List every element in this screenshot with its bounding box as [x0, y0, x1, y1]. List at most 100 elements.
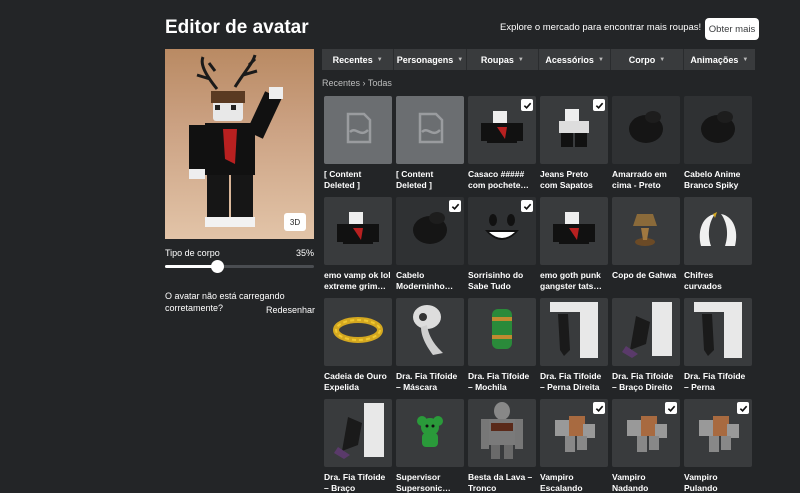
item-thumbnail[interactable]	[324, 399, 392, 467]
tab-label: Recentes	[332, 54, 373, 65]
animation-icon	[691, 406, 745, 461]
item-thumbnail[interactable]	[396, 298, 464, 366]
item-thumbnail[interactable]	[540, 197, 608, 265]
item-card[interactable]: Sorrisinho do Sabe Tudo	[468, 197, 536, 291]
get-more-button[interactable]: Obter mais	[705, 18, 759, 40]
item-card[interactable]: Vampiro Escalando	[540, 399, 608, 493]
item-thumbnail[interactable]	[612, 96, 680, 164]
item-name: Vampiro Nadando	[612, 472, 649, 493]
redraw-link[interactable]: Redesenhar	[266, 305, 315, 315]
item-card[interactable]: Amarrado em cima - Preto	[612, 96, 680, 190]
leg-icon	[688, 300, 748, 365]
shirt-icon	[479, 105, 525, 156]
item-thumbnail[interactable]	[684, 298, 752, 366]
item-card[interactable]: [ Content Deleted ]	[396, 96, 464, 190]
item-thumbnail[interactable]	[468, 399, 536, 467]
item-thumbnail[interactable]	[612, 399, 680, 467]
item-card[interactable]: Dra. Fia Tifoide – Máscara	[396, 298, 464, 392]
item-name: Dra. Fia Tifoide – Perna Esquerda	[684, 371, 746, 392]
equipped-check-icon[interactable]	[449, 200, 461, 212]
item-thumbnail[interactable]	[396, 197, 464, 265]
breadcrumb: Recentes › Todas	[322, 78, 392, 88]
item-thumbnail[interactable]	[612, 298, 680, 366]
item-card[interactable]: Casaco ##### com pochete…	[468, 96, 536, 190]
item-thumbnail[interactable]	[684, 96, 752, 164]
breadcrumb-parent[interactable]: Recentes	[322, 78, 360, 88]
item-name: [ Content Deleted ]	[324, 169, 362, 190]
item-card[interactable]: emo vamp ok lol extreme grim…	[324, 197, 392, 291]
item-card[interactable]: Vampiro Pulando	[684, 399, 752, 493]
view-3d-button[interactable]: 3D	[284, 213, 306, 231]
tab-corpo[interactable]: Corpo ▼	[611, 49, 684, 70]
animation-icon	[547, 406, 601, 461]
item-name: Cabelo Moderninho…	[396, 270, 454, 291]
body-type-value: 35%	[295, 248, 314, 258]
item-card[interactable]: Cabelo Moderninho…	[396, 197, 464, 291]
breadcrumb-current: Todas	[367, 78, 392, 88]
animation-icon	[619, 406, 673, 461]
equipped-check-icon[interactable]	[521, 200, 533, 212]
item-name: Vampiro Pulando	[684, 472, 718, 493]
item-card[interactable]: Cadeia de Ouro Expelida	[324, 298, 392, 392]
item-thumbnail[interactable]	[324, 298, 392, 366]
item-card[interactable]: Copo de Gahwa	[612, 197, 680, 291]
item-thumbnail[interactable]	[396, 96, 464, 164]
tab-acessorios[interactable]: Acessórios ▼	[539, 49, 612, 70]
item-card[interactable]: Chifres curvados dourados e…	[684, 197, 752, 291]
equipped-check-icon[interactable]	[521, 99, 533, 111]
item-card[interactable]: Dra. Fia Tifoide – Braço Esquerdo	[324, 399, 392, 493]
item-thumbnail[interactable]	[324, 197, 392, 265]
item-thumbnail[interactable]	[468, 197, 536, 265]
item-card[interactable]: Vampiro Nadando	[612, 399, 680, 493]
item-name: Cadeia de Ouro Expelida	[324, 371, 387, 392]
item-name: Casaco ##### com pochete…	[468, 169, 529, 190]
item-name: Dra. Fia Tifoide – Perna Direita	[540, 371, 602, 392]
chevron-down-icon: ▼	[742, 56, 749, 63]
item-card[interactable]: [ Content Deleted ]	[324, 96, 392, 190]
item-card[interactable]: Jeans Preto com Sapatos Brancos	[540, 96, 608, 190]
item-name: [ Content Deleted ]	[396, 169, 434, 190]
item-card[interactable]: Dra. Fia Tifoide – Perna Esquerda	[684, 298, 752, 392]
hair-icon	[407, 206, 453, 257]
item-card[interactable]: Besta da Lava – Tronco	[468, 399, 536, 493]
item-name: emo goth punk gangster tats…	[540, 270, 602, 291]
tab-recentes[interactable]: Recentes ▼	[322, 49, 395, 70]
item-name: Jeans Preto com Sapatos Brancos	[540, 169, 593, 190]
item-card[interactable]: Cabelo Anime Branco Spiky	[684, 96, 752, 190]
item-card[interactable]: Dra. Fia Tifoide – Braço Direito	[612, 298, 680, 392]
equipped-check-icon[interactable]	[737, 402, 749, 414]
item-thumbnail[interactable]	[540, 298, 608, 366]
body-type-slider[interactable]	[165, 260, 314, 273]
item-name: Chifres curvados dourados e…	[684, 270, 722, 291]
tab-animacoes[interactable]: Animações ▼	[684, 49, 755, 70]
item-thumbnail[interactable]	[324, 96, 392, 164]
equipped-check-icon[interactable]	[593, 402, 605, 414]
item-thumbnail[interactable]	[396, 399, 464, 467]
equipped-check-icon[interactable]	[593, 99, 605, 111]
item-card[interactable]: Dra. Fia Tifoide – Perna Direita	[540, 298, 608, 392]
avatar-preview[interactable]: 3D	[165, 49, 314, 239]
item-card[interactable]: Supervisor Supersonic…	[396, 399, 464, 493]
tab-roupas[interactable]: Roupas ▼	[467, 49, 539, 70]
tab-label: Roupas	[480, 54, 514, 65]
item-thumbnail[interactable]	[540, 399, 608, 467]
slider-handle[interactable]	[210, 260, 224, 273]
item-card[interactable]: emo goth punk gangster tats…	[540, 197, 608, 291]
hair-icon	[623, 105, 669, 156]
market-promo-text: Explore o mercado para encontrar mais ro…	[500, 22, 702, 33]
item-card[interactable]: Dra. Fia Tifoide – Mochila	[468, 298, 536, 392]
item-thumbnail[interactable]	[684, 399, 752, 467]
chevron-down-icon: ▼	[376, 56, 383, 63]
item-thumbnail[interactable]	[468, 298, 536, 366]
item-thumbnail[interactable]	[540, 96, 608, 164]
equipped-check-icon[interactable]	[665, 402, 677, 414]
item-thumbnail[interactable]	[612, 197, 680, 265]
arm-icon	[328, 401, 388, 466]
item-thumbnail[interactable]	[684, 197, 752, 265]
avatar-figure	[189, 54, 283, 227]
tab-personagens[interactable]: Personagens ▼	[394, 49, 467, 70]
item-name: Vampiro Escalando	[540, 472, 583, 493]
chevron-down-icon: ▼	[457, 56, 464, 63]
item-thumbnail[interactable]	[468, 96, 536, 164]
tab-label: Acessórios	[545, 54, 594, 65]
